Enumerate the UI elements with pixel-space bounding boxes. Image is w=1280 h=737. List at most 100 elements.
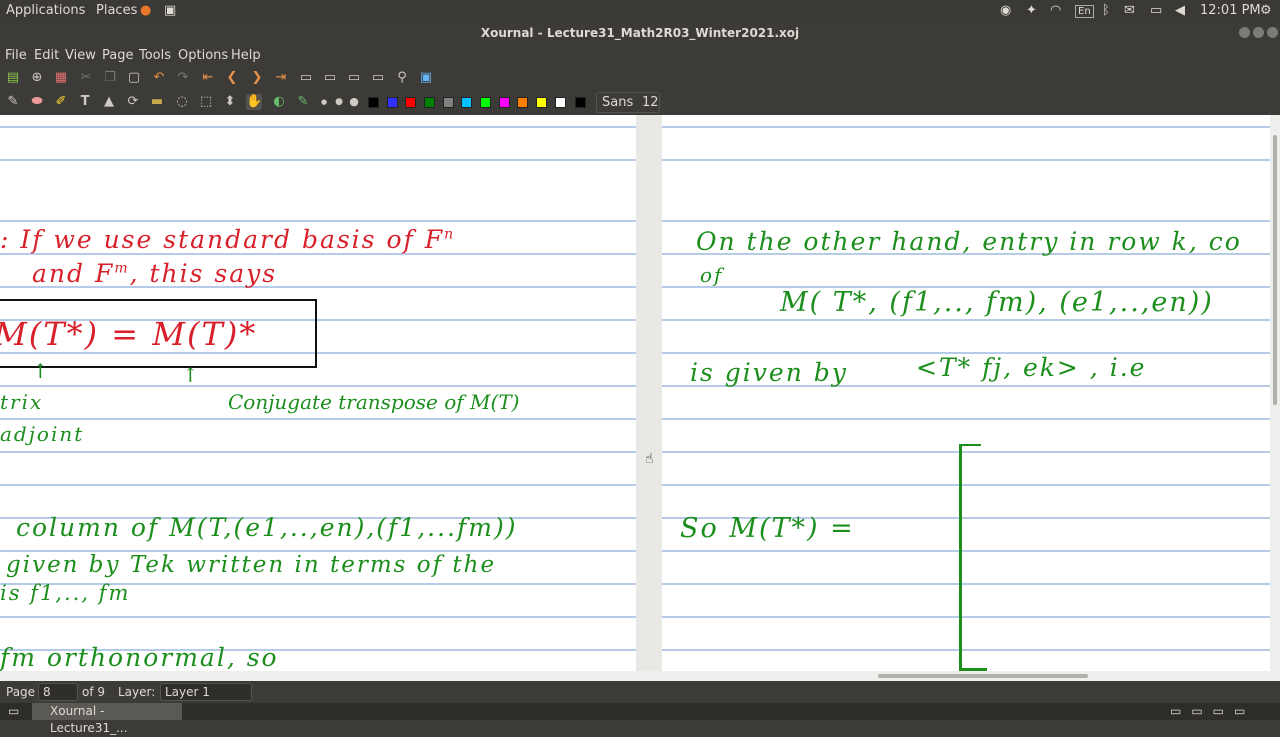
new-icon[interactable]: ▤: [5, 70, 21, 86]
wifi-icon[interactable]: ◠: [1050, 3, 1061, 18]
page-right[interactable]: On the other hand, entry in row k, co of…: [662, 115, 1280, 671]
search-icon[interactable]: ⚲: [394, 70, 410, 86]
last-page-icon[interactable]: ⇥: [273, 70, 289, 86]
default-tool-icon[interactable]: ◐: [271, 94, 287, 110]
color-green[interactable]: [424, 97, 435, 108]
zoom-out-icon[interactable]: ▭: [298, 70, 314, 86]
keyboard-layout[interactable]: En: [1075, 5, 1094, 18]
dropbox-icon[interactable]: ✦: [1026, 3, 1037, 18]
add-page-icon[interactable]: ⊕: [29, 70, 45, 86]
color-custom[interactable]: [575, 97, 586, 108]
zoom-in-icon[interactable]: ▭: [346, 70, 362, 86]
cut-icon[interactable]: ✂: [78, 70, 94, 86]
color-orange[interactable]: [517, 97, 528, 108]
copy-icon[interactable]: ❐: [102, 70, 118, 86]
layer-label: Layer:: [118, 685, 156, 699]
save-icon[interactable]: ▦: [53, 70, 69, 86]
firefox-icon[interactable]: ●: [140, 3, 151, 18]
color-light-blue[interactable]: [461, 97, 472, 108]
menu-tools[interactable]: Tools: [139, 48, 171, 63]
gear-icon[interactable]: ⚙: [1260, 3, 1272, 18]
taskbar-item-xournal[interactable]: Xournal - Lecture31_...: [32, 703, 182, 735]
page-number-input[interactable]: 8: [38, 683, 78, 701]
vertical-scrollbar[interactable]: [1270, 115, 1280, 671]
color-yellow[interactable]: [536, 97, 547, 108]
select-lasso-icon[interactable]: ◌: [174, 94, 190, 110]
select-rectangle-icon[interactable]: ⬚: [198, 94, 214, 110]
page-count: of 9: [82, 685, 106, 699]
note-right-line4: is given by: [690, 358, 848, 387]
chrome-icon[interactable]: ◉: [1000, 3, 1011, 18]
horizontal-scroll-thumb[interactable]: [878, 674, 1088, 678]
clock[interactable]: 12:01 PM: [1200, 3, 1261, 18]
close-button[interactable]: [1267, 27, 1278, 38]
thickness-fine-icon[interactable]: ●: [316, 94, 332, 110]
eraser-icon[interactable]: ⬬: [29, 94, 45, 110]
previous-page-icon[interactable]: ❮: [224, 70, 240, 86]
places-menu[interactable]: Places: [96, 3, 137, 18]
page-left[interactable]: : If we use standard basis of Fn and Fm,…: [0, 115, 636, 671]
hand-tool-icon[interactable]: ✋: [246, 94, 262, 110]
applications-menu[interactable]: Applications: [6, 3, 85, 18]
color-red[interactable]: [405, 97, 416, 108]
font-selector[interactable]: Sans 12: [596, 92, 660, 113]
mail-icon[interactable]: ✉: [1124, 3, 1135, 18]
vertical-space-icon[interactable]: ⬍: [222, 94, 238, 110]
system-panel: Applications Places ● ▣ ◉ ✦ ◠ En ᛒ ✉ ▭ ◀…: [0, 0, 1280, 22]
font-name: Sans: [602, 95, 634, 110]
redo-icon[interactable]: ↷: [175, 70, 191, 86]
notes-canvas[interactable]: : If we use standard basis of Fn and Fm,…: [0, 115, 1280, 671]
thickness-thick-icon[interactable]: ●: [346, 94, 362, 110]
note-left-line5: column of M(T,(e1,..,en),(f1,...fm)): [16, 513, 518, 542]
note-left-line1: : If we use standard basis of Fn: [0, 225, 456, 254]
drawing-toolbar: ✎ ⬬ ✐ T ▲ ⟳ ▬ ◌ ⬚ ⬍ ✋ ◐ ✎ ● ● ● Sans 12: [0, 90, 1280, 115]
workspace-switcher[interactable]: ▭▭▭▭: [1170, 704, 1255, 718]
note-right-line5: So M(T*) =: [680, 513, 855, 544]
battery-icon[interactable]: ▭: [1150, 3, 1162, 18]
color-white[interactable]: [555, 97, 566, 108]
vertical-scroll-thumb[interactable]: [1273, 135, 1277, 405]
highlighter-icon[interactable]: ✐: [53, 94, 69, 110]
minimize-button[interactable]: [1239, 27, 1250, 38]
normal-size-icon[interactable]: ▭: [370, 70, 386, 86]
page-width-icon[interactable]: ▭: [322, 70, 338, 86]
bluetooth-icon[interactable]: ᛒ: [1102, 3, 1110, 18]
volume-icon[interactable]: ◀: [1175, 3, 1185, 18]
shape-recognizer-icon[interactable]: ⟳: [125, 94, 141, 110]
terminal-icon[interactable]: ▣: [164, 3, 176, 18]
color-light-green[interactable]: [480, 97, 491, 108]
menu-help[interactable]: Help: [231, 48, 261, 63]
matrix-bracket: [959, 444, 981, 671]
menu-page[interactable]: Page: [102, 48, 133, 63]
menu-view[interactable]: View: [65, 48, 96, 63]
color-magenta[interactable]: [499, 97, 510, 108]
mouse-cursor: ☝: [645, 451, 654, 467]
thickness-medium-icon[interactable]: ●: [331, 94, 347, 110]
default-pen-icon[interactable]: ✎: [295, 94, 311, 110]
pen-icon[interactable]: ✎: [5, 94, 21, 110]
next-page-icon[interactable]: ❯: [249, 70, 265, 86]
menu-options[interactable]: Options: [178, 48, 228, 63]
color-blue[interactable]: [387, 97, 398, 108]
note-right-line3: M( T*, (f1,.., fm), (e1,..,en)): [780, 287, 1214, 318]
fullscreen-icon[interactable]: ▣: [418, 70, 434, 86]
text-tool-icon[interactable]: T: [77, 94, 93, 110]
note-left-line7: is f1,.., fm: [0, 581, 131, 605]
note-left-label3: Conjugate transpose of M(T): [228, 390, 520, 414]
layer-select[interactable]: Layer 1: [160, 683, 252, 701]
first-page-icon[interactable]: ⇤: [200, 70, 216, 86]
show-desktop-icon[interactable]: ▭: [8, 704, 19, 718]
ruler-icon[interactable]: ▬: [149, 94, 165, 110]
menu-edit[interactable]: Edit: [34, 48, 59, 63]
menu-file[interactable]: File: [5, 48, 27, 63]
taskbar: ▭ Xournal - Lecture31_... ▭▭▭▭: [0, 703, 1280, 735]
arrow-left: ↑: [32, 359, 51, 383]
color-black[interactable]: [368, 97, 379, 108]
undo-icon[interactable]: ↶: [151, 70, 167, 86]
horizontal-scrollbar[interactable]: [0, 671, 1280, 681]
maximize-button[interactable]: [1253, 27, 1264, 38]
note-right-line2: of: [700, 263, 724, 287]
image-icon[interactable]: ▲: [101, 94, 117, 110]
paste-icon[interactable]: ▢: [126, 70, 142, 86]
color-gray[interactable]: [443, 97, 454, 108]
